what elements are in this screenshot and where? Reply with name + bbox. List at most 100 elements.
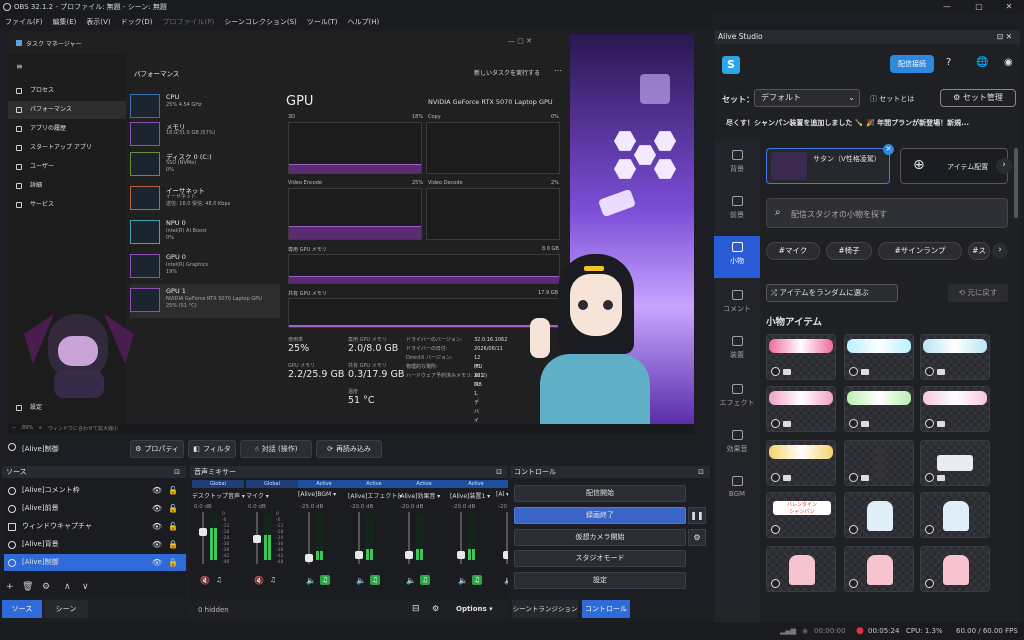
menu-profile[interactable]: プロファイル(P) xyxy=(158,17,220,27)
account-icon[interactable]: ◉ xyxy=(1004,57,1013,68)
tm-nav-app-history[interactable]: アプリの履歴 xyxy=(8,120,126,138)
filters-button[interactable]: ◧ フィルタ xyxy=(188,440,236,458)
channel-name[interactable]: マイク ▾ xyxy=(246,491,300,500)
mute-toggle-icon[interactable]: 🔇 xyxy=(254,576,264,585)
studio-mode-button[interactable]: スタジオモード xyxy=(514,550,686,567)
nav-background[interactable]: 背景 xyxy=(714,146,760,186)
channel-name[interactable]: [Alive]効果音 ▾ xyxy=(398,491,452,500)
zoom-out-button[interactable]: − xyxy=(12,425,16,431)
mute-toggle-icon[interactable]: 🔈 xyxy=(504,576,508,585)
reload-button[interactable]: ⟳ 再読み込み xyxy=(316,440,382,458)
prop-item[interactable] xyxy=(844,334,914,380)
mixer-layout-icon[interactable]: ⊟ xyxy=(412,604,420,614)
chevron-right-icon[interactable]: › xyxy=(996,158,1012,174)
pause-recording-button[interactable]: ❚❚ xyxy=(688,507,706,524)
tab-sources[interactable]: ソース xyxy=(2,600,42,618)
volume-slider[interactable] xyxy=(305,512,313,564)
tm-card-memory[interactable]: メモリ 18.0/31.5 GB (57%) xyxy=(130,118,280,152)
channel-name[interactable]: [Al ▾ xyxy=(496,491,508,498)
set-manage-button[interactable]: ⚙ セット管理 xyxy=(940,89,1016,107)
volume-slider[interactable] xyxy=(503,512,508,564)
channel-name[interactable]: デスクトップ音声 ▾ xyxy=(192,491,246,500)
tag-chip[interactable]: #サインランプ xyxy=(878,242,962,260)
tag-chip[interactable]: #マイク xyxy=(766,242,820,260)
prop-item[interactable] xyxy=(920,440,990,486)
source-item[interactable]: ウィンドウキャプチャ 👁 🔓 xyxy=(4,518,186,535)
settings-button[interactable]: 設定 xyxy=(514,572,686,589)
nav-props[interactable]: 小物 xyxy=(714,236,760,278)
mute-toggle-icon[interactable]: 🔈 xyxy=(406,576,416,585)
source-item[interactable]: [Alive]コメント枠 👁 🔓 xyxy=(4,482,186,499)
tag-chip[interactable]: #ス xyxy=(968,242,990,260)
prop-item[interactable] xyxy=(920,334,990,380)
chevron-right-icon[interactable]: › xyxy=(992,243,1008,259)
prop-item[interactable] xyxy=(844,440,914,486)
move-up-button[interactable]: ∧ xyxy=(64,582,71,592)
start-virtual-camera-button[interactable]: 仮想カメラ開始 xyxy=(514,529,686,546)
menu-view[interactable]: 表示(V) xyxy=(81,17,115,27)
stop-recording-button[interactable]: 録画終了 xyxy=(514,507,686,524)
move-down-button[interactable]: ∨ xyxy=(82,582,89,592)
add-item-button[interactable]: ⊕ アイテム配置 xyxy=(900,148,1008,184)
prop-item[interactable] xyxy=(844,492,914,538)
fit-window-toggle[interactable]: ウィンドウに合わせて拡大縮小 xyxy=(48,425,118,432)
volume-slider[interactable] xyxy=(405,512,413,564)
prop-item[interactable]: バレンタイン シャンパン xyxy=(766,492,836,538)
mute-toggle-icon[interactable]: 🔈 xyxy=(458,576,468,585)
maximize-button[interactable]: ▢ xyxy=(964,0,994,14)
source-settings-button[interactable]: ⚙ xyxy=(42,582,50,592)
tm-nav-settings[interactable]: 設定 xyxy=(8,399,126,417)
monitor-headphone-icon[interactable]: ♫ xyxy=(370,575,380,585)
set-select[interactable]: デフォルト ⌄ xyxy=(754,89,860,107)
nav-foreground[interactable]: 前景 xyxy=(714,192,760,232)
prop-item[interactable] xyxy=(920,386,990,432)
menu-edit[interactable]: 編集(E) xyxy=(48,17,82,27)
add-source-button[interactable]: + xyxy=(6,582,14,592)
prop-item[interactable] xyxy=(766,546,836,592)
volume-slider[interactable] xyxy=(199,512,207,564)
tm-card-gpu1[interactable]: GPU 1 NVIDIA GeForce RTX 5070 Laptop GPU … xyxy=(130,284,280,318)
tm-nav-users[interactable]: ユーザー xyxy=(8,158,126,176)
tm-card-npu[interactable]: NPU 0 Intel(R) AI Boost 0% xyxy=(130,216,280,250)
help-icon[interactable]: ? xyxy=(946,57,951,68)
mute-toggle-icon[interactable]: 🔈 xyxy=(356,576,366,585)
channel-name[interactable]: [Alive]エフェクト ▾ xyxy=(348,491,402,500)
monitor-headphone-icon[interactable]: ♫ xyxy=(214,575,224,585)
nav-devices[interactable]: 装置 xyxy=(714,332,760,372)
monitor-headphone-icon[interactable]: ♫ xyxy=(472,575,482,585)
tm-nav-startup[interactable]: スタートアップ アプリ xyxy=(8,139,126,157)
prop-item[interactable] xyxy=(766,440,836,486)
menu-scene-collection[interactable]: シーンコレクション(S) xyxy=(219,17,302,27)
remove-source-button[interactable]: 🗑 xyxy=(22,582,33,592)
monitor-headphone-icon[interactable]: ♫ xyxy=(268,575,278,585)
mixer-settings-icon[interactable]: ⚙ xyxy=(432,604,439,613)
tab-controls[interactable]: コントロール xyxy=(582,600,630,618)
close-button[interactable]: ✕ xyxy=(994,0,1024,14)
volume-slider[interactable] xyxy=(355,512,363,564)
set-help-link[interactable]: ⓘ セットとは xyxy=(870,94,914,104)
prop-item[interactable] xyxy=(920,492,990,538)
nav-comments[interactable]: コメント xyxy=(714,286,760,326)
volume-slider[interactable] xyxy=(457,512,465,564)
tm-nav-processes[interactable]: プロセス xyxy=(8,82,126,100)
tm-run-task-button[interactable]: 新しいタスクを実行する xyxy=(474,68,540,77)
remove-item-icon[interactable]: ✕ xyxy=(883,144,894,155)
prop-search-input[interactable]: ⌕ 配信スタジオの小物を探す xyxy=(766,198,1008,228)
zoom-in-button[interactable]: + xyxy=(38,425,42,431)
prop-item[interactable] xyxy=(920,546,990,592)
globe-icon[interactable]: 🌐 xyxy=(976,57,988,68)
interact-button[interactable]: ☝ 対話 (操作) xyxy=(240,440,312,458)
connect-stream-button[interactable]: 配信接続 xyxy=(890,55,934,73)
menu-dock[interactable]: ドック(D) xyxy=(116,17,158,27)
menu-help[interactable]: ヘルプ(H) xyxy=(343,17,385,27)
mute-toggle-icon[interactable]: 🔈 xyxy=(306,576,316,585)
tab-scenes[interactable]: シーン xyxy=(44,600,88,618)
volume-slider[interactable] xyxy=(253,512,261,564)
scrollbar[interactable] xyxy=(1014,148,1018,218)
menu-file[interactable]: ファイル(F) xyxy=(0,17,48,27)
nav-effects[interactable]: エフェクト xyxy=(714,380,760,420)
tm-nav-details[interactable]: 詳細 xyxy=(8,177,126,195)
prop-item[interactable] xyxy=(766,386,836,432)
tab-scene-transitions[interactable]: シーントランジション xyxy=(512,600,578,618)
minimize-button[interactable]: — xyxy=(932,0,962,14)
